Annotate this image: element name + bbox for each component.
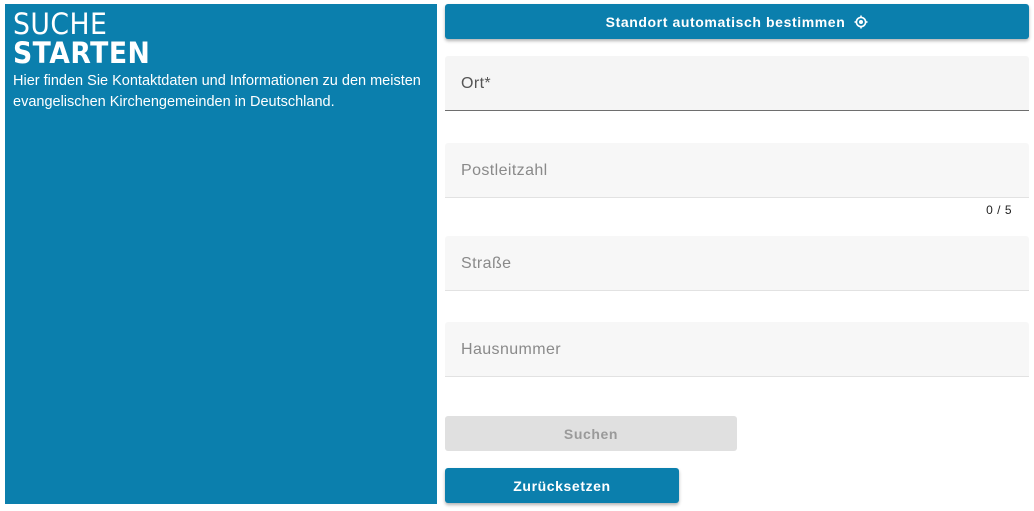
strasse-input[interactable] [445, 236, 1029, 290]
hausnummer-input[interactable] [445, 322, 1029, 376]
panel-intro-text: Hier finden Sie Kontaktdaten und Informa… [13, 73, 421, 110]
search-button-label: Suchen [563, 425, 619, 442]
locate-button[interactable]: Standort automatisch bestimmen [445, 4, 1029, 39]
hausnummer-field [445, 322, 1029, 377]
reset-button-label: Zurücksetzen [513, 477, 611, 494]
strasse-field [445, 236, 1029, 291]
ort-field [445, 56, 1029, 111]
page: Suche Starten Hier finden Sie Kontaktdat… [0, 0, 1034, 511]
reset-button[interactable]: Zurücksetzen [445, 468, 679, 503]
postleitzahl-char-counter: 0 / 5 [986, 203, 1012, 217]
locate-button-label: Standort automatisch bestimmen [605, 13, 846, 30]
panel-title-line2: Starten [13, 36, 151, 70]
panel-title-line1: Suche [13, 7, 108, 41]
crosshair-icon [854, 15, 868, 29]
ort-input[interactable] [445, 56, 1029, 110]
postleitzahl-field [445, 143, 1029, 198]
intro-panel: Suche Starten Hier finden Sie Kontaktdat… [5, 4, 437, 504]
search-button[interactable]: Suchen [445, 416, 737, 451]
search-form: Standort automatisch bestimmen 0 / 5 [445, 4, 1029, 503]
postleitzahl-input[interactable] [445, 143, 1029, 197]
